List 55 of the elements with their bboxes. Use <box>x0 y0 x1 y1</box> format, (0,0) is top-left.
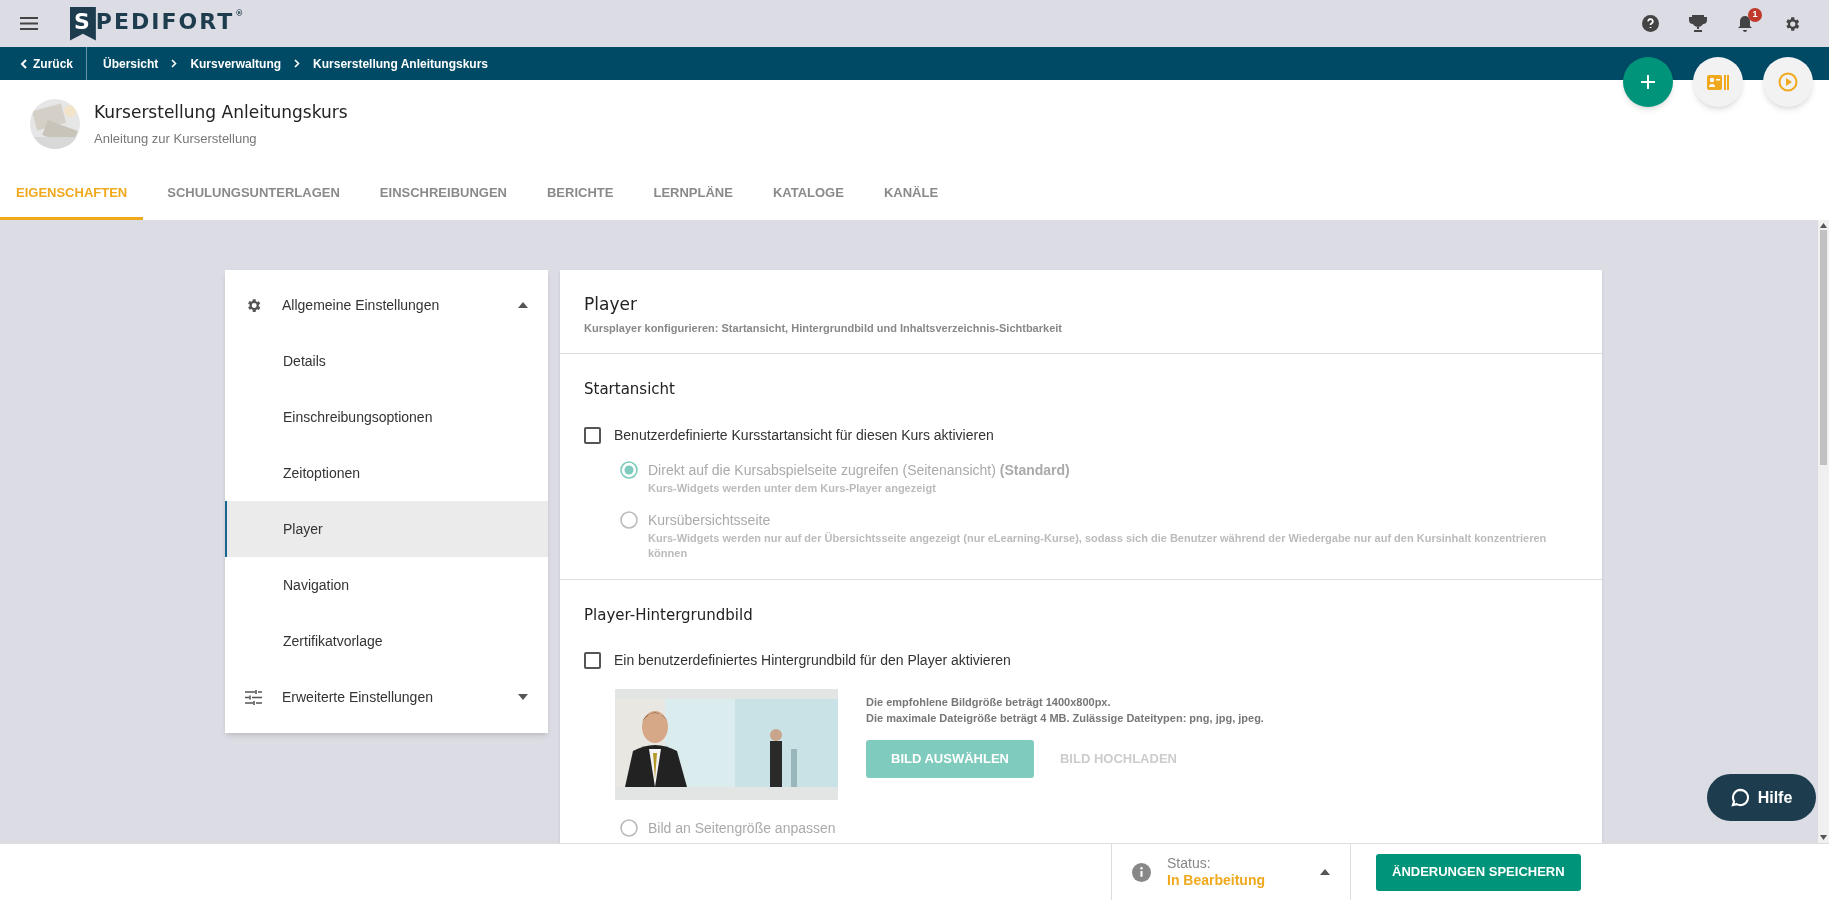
menu-item[interactable]: Zertifikatvorlage <box>225 613 548 669</box>
course-subtitle: Anleitung zur Kurserstellung <box>94 130 258 148</box>
scroll-down-icon[interactable] <box>1820 835 1827 840</box>
bell-icon[interactable] <box>1737 14 1753 33</box>
menu-icon[interactable] <box>20 17 38 30</box>
image-info-text: Die maximale Dateigröße beträgt 4 MB. Zulässige Dateitypen: png, jpg, jpeg. <box>866 711 1264 726</box>
caret-up-icon <box>1320 869 1330 875</box>
course-title: Kurserstellung Anleitungskurs <box>94 100 348 124</box>
checkbox-label: Benutzerdefinierte Kursstartansicht für diesen Kurs aktivieren <box>614 425 994 445</box>
menu-item[interactable]: Player <box>225 501 548 557</box>
checkbox[interactable] <box>584 652 601 669</box>
scroll-up-icon[interactable] <box>1820 223 1827 228</box>
info-icon <box>1132 862 1151 882</box>
panel-subtitle: Kursplayer konfigurieren: Startansicht, Hintergrundbild und Inhaltsverzeichnis-Sichtbarkeit <box>584 320 1063 336</box>
image-info-text: Die empfohlene Bildgröße beträgt 1400x800px. <box>866 695 1112 710</box>
chevron-right-icon <box>171 59 178 68</box>
play-icon <box>1778 72 1798 92</box>
notification-badge: 1 <box>1748 7 1762 22</box>
menu-item[interactable]: Einschreibungsoptionen <box>225 389 548 445</box>
radio-label: Kursübersichtsseite <box>648 510 772 530</box>
add-button[interactable] <box>1623 57 1673 107</box>
menu-item[interactable]: Zeitoptionen <box>225 445 548 501</box>
plus-icon <box>1640 74 1656 90</box>
caret-down-icon <box>518 694 528 700</box>
sliders-icon <box>245 689 262 705</box>
status-label: Status: <box>1167 855 1212 872</box>
contact-card-icon <box>1707 74 1729 90</box>
caret-up-icon <box>518 302 528 308</box>
contact-card-button[interactable] <box>1693 57 1743 107</box>
radio-hint: Kurs-Widgets werden nur auf der Übersichtsseite angezeigt (nur eLearning-Kurse), sodass sich die Benutzer während der Wiedergabe nur auf den Kursinhalt konzentrieren können <box>648 530 1548 561</box>
chevron-right-icon <box>294 59 301 68</box>
panel-title: Player <box>584 293 638 316</box>
breadcrumb-link[interactable]: Kurserstellung Anleitungskurs <box>313 54 488 73</box>
breadcrumb-link[interactable]: Übersicht <box>103 54 159 73</box>
scrollbar-thumb[interactable] <box>1820 230 1827 465</box>
menu-item[interactable]: Details <box>225 333 548 389</box>
radio-label: Bild an Seitengröße anpassen <box>648 819 836 838</box>
breadcrumb-link[interactable]: Kursverwaltung <box>190 54 282 73</box>
section-title: Startansicht <box>584 379 676 400</box>
section-title: Player-Hintergrundbild <box>584 604 754 626</box>
radio-hint: Kurs-Widgets werden unter dem Kurs-Player angezeigt <box>648 480 937 496</box>
play-button[interactable] <box>1763 57 1813 107</box>
save-button[interactable]: ÄNDERUNGEN SPEICHERN <box>1376 853 1581 891</box>
chat-icon <box>1730 788 1750 807</box>
checkbox-label: Ein benutzerdefiniertes Hintergrundbild für den Player aktivieren <box>614 651 1011 670</box>
trophy-icon[interactable] <box>1689 15 1707 32</box>
menu-item[interactable]: Navigation <box>225 557 548 613</box>
menu-group-header[interactable]: Erweiterte Einstellungen <box>225 669 548 725</box>
menu-group-header[interactable]: Allgemeine Einstellungen <box>225 277 548 333</box>
help-button[interactable]: Hilfe <box>1707 774 1816 821</box>
help-icon[interactable] <box>1642 15 1659 32</box>
radio-label: Direkt auf die Kursabspielseite zugreifen (Seitenansicht) (Standard) <box>648 460 1070 480</box>
checkbox[interactable] <box>584 426 601 444</box>
chevron-left-icon <box>20 58 27 69</box>
gear-icon <box>245 296 262 314</box>
